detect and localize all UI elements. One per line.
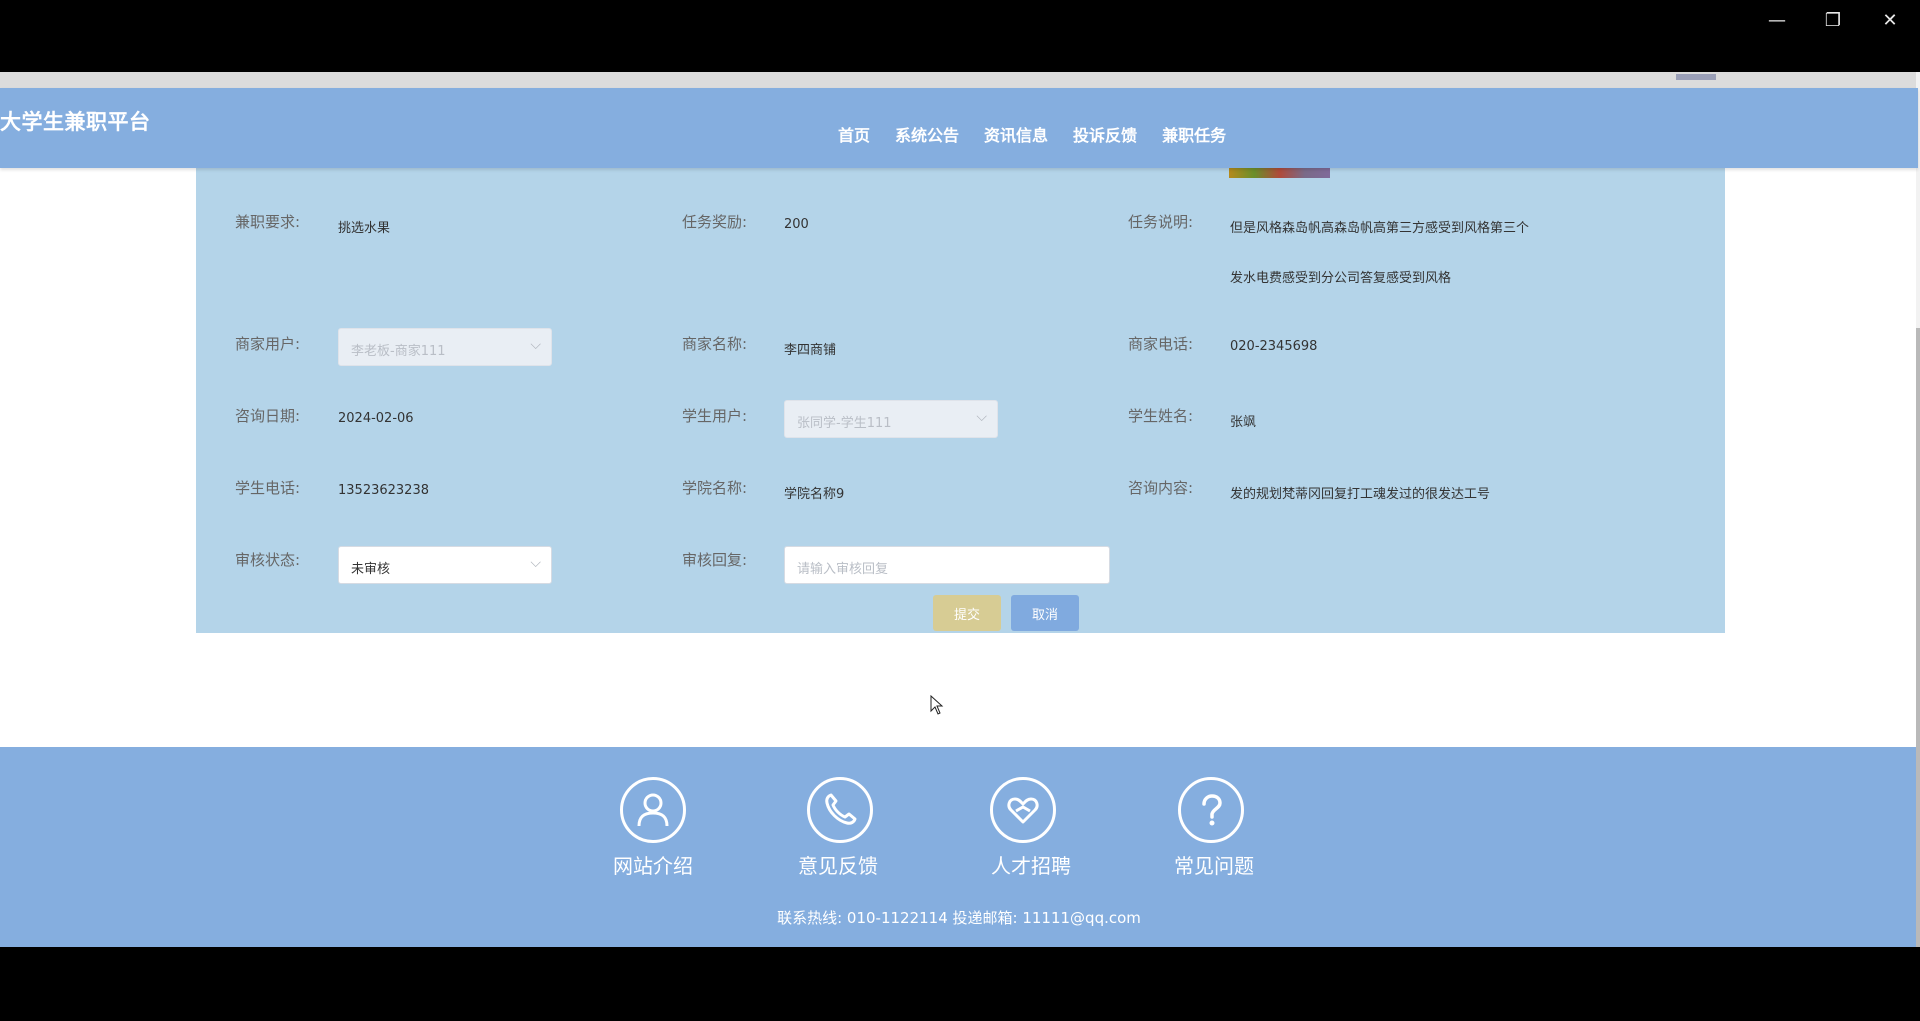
merchant-phone-label: 商家电话: [1128, 335, 1194, 353]
consult-form-panel: 兼职要求: 挑选水果 任务奖励: 200 任务说明: 但是风格森岛帆高森岛帆高第… [196, 168, 1725, 633]
footer-faq-label[interactable]: 常见问题 [1154, 850, 1274, 879]
review-status-value: 未审核 [351, 562, 391, 577]
review-reply-placeholder: 请输入审核回复 [797, 562, 889, 577]
consult-content-value: 发的规划梵蒂冈回复打工魂发过的很发达工号 [1230, 487, 1491, 502]
student-name-label: 学生姓名: [1128, 407, 1194, 425]
heart-icon[interactable] [990, 777, 1056, 843]
minimize-icon[interactable]: — [1757, 6, 1797, 34]
student-user-select: 张同学-学生111 ⌵ [784, 400, 998, 438]
task-reward-label: 任务奖励: [682, 213, 748, 231]
nav-jobs[interactable]: 兼职任务 [1162, 122, 1226, 146]
site-logo[interactable]: 大学生兼职平台 [0, 106, 151, 136]
merchant-user-value: 李老板-商家111 [351, 344, 446, 359]
main-nav: 首页 系统公告 资讯信息 投诉反馈 兼职任务 [838, 122, 1251, 146]
student-phone-value: 13523623238 [338, 483, 429, 498]
review-status-select[interactable]: 未审核 ⌵ [338, 546, 552, 584]
task-description-label: 任务说明: [1128, 213, 1194, 231]
mouse-cursor-icon [930, 695, 944, 715]
question-icon[interactable] [1178, 777, 1244, 843]
student-phone-label: 学生电话: [235, 479, 301, 497]
user-icon[interactable] [620, 777, 686, 843]
site-header: 大学生兼职平台 首页 系统公告 资讯信息 投诉反馈 兼职任务 [0, 88, 1918, 168]
footer-recruit-label[interactable]: 人才招聘 [971, 850, 1091, 879]
close-icon[interactable]: ✕ [1870, 6, 1910, 34]
job-requirement-value: 挑选水果 [338, 221, 391, 236]
merchant-name-label: 商家名称: [682, 335, 748, 353]
student-user-label: 学生用户: [682, 407, 748, 425]
review-status-label: 审核状态: [235, 551, 301, 569]
student-user-value: 张同学-学生111 [797, 416, 892, 431]
merchant-user-label: 商家用户: [235, 335, 301, 353]
chevron-down-icon: ⌵ [530, 555, 541, 571]
nav-news[interactable]: 资讯信息 [984, 122, 1048, 146]
footer-feedback-label[interactable]: 意见反馈 [778, 850, 898, 879]
bottom-black-bar [0, 947, 1920, 1021]
chevron-down-icon: ⌵ [530, 337, 541, 353]
nav-announcements[interactable]: 系统公告 [895, 122, 959, 146]
merchant-phone-value: 020-2345698 [1230, 339, 1318, 354]
chevron-down-icon: ⌵ [976, 409, 987, 425]
review-reply-input[interactable]: 请输入审核回复 [784, 546, 1110, 584]
footer-about-label[interactable]: 网站介绍 [593, 850, 713, 879]
consult-content-label: 咨询内容: [1128, 479, 1194, 497]
nav-complaints[interactable]: 投诉反馈 [1073, 122, 1137, 146]
task-image-thumbnail [1229, 168, 1330, 178]
top-strip [0, 72, 1918, 88]
merchant-user-select: 李老板-商家111 ⌵ [338, 328, 552, 366]
browser-viewport: 大学生兼职平台 首页 系统公告 资讯信息 投诉反馈 兼职任务 兼职要求: 挑选水… [0, 72, 1920, 947]
college-name-value: 学院名称9 [784, 487, 845, 502]
college-name-label: 学院名称: [682, 479, 748, 497]
task-description-line1: 但是风格森岛帆高森岛帆高第三方感受到风格第三个 [1230, 221, 1530, 236]
merchant-name-value: 李四商铺 [784, 343, 837, 358]
scrollbar-thumb[interactable] [1916, 328, 1920, 947]
window-titlebar: — ❐ ✕ [0, 0, 1920, 72]
cancel-button[interactable]: 取消 [1011, 595, 1079, 631]
job-requirement-label: 兼职要求: [235, 213, 301, 231]
submit-button[interactable]: 提交 [933, 595, 1001, 631]
nav-home[interactable]: 首页 [838, 122, 870, 146]
footer-contact: 联系热线: 010-1122114 投递邮箱: 11111@qq.com [777, 909, 1141, 927]
phone-icon[interactable] [807, 777, 873, 843]
site-footer: 网站介绍 意见反馈 人才招聘 常见问题 联系热线: 010-1122114 投递… [0, 747, 1918, 947]
task-reward-value: 200 [784, 217, 809, 232]
consult-date-value: 2024-02-06 [338, 411, 414, 426]
review-reply-label: 审核回复: [682, 551, 748, 569]
page-scrollbar[interactable] [1916, 72, 1920, 947]
restore-icon[interactable]: ❐ [1813, 6, 1853, 34]
mini-banner [1676, 74, 1716, 80]
consult-date-label: 咨询日期: [235, 407, 301, 425]
student-name-value: 张飒 [1230, 415, 1257, 430]
task-description-line2: 发水电费感受到分公司答复感受到风格 [1230, 271, 1452, 286]
